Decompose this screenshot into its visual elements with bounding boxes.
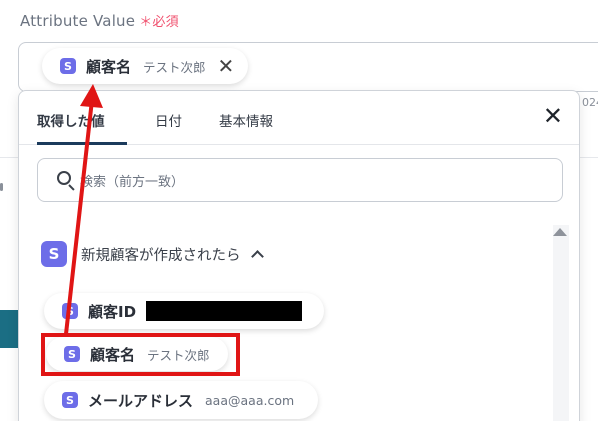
scrollbar[interactable] xyxy=(553,225,569,421)
chip-label: 顧客名 xyxy=(86,57,132,76)
active-tab-indicator xyxy=(37,142,127,145)
search-icon xyxy=(56,170,76,191)
field-label: Attribute Value ＊必須 xyxy=(20,11,179,30)
tab-basic-info[interactable]: 基本情報 xyxy=(219,110,273,130)
tab-bar: 取得した値 日付 基本情報 ✕ xyxy=(19,91,579,145)
app-badge-icon: S xyxy=(41,241,67,267)
search-input[interactable]: 検索（前方一致） xyxy=(37,158,563,202)
field-label-text: Attribute Value xyxy=(20,12,136,30)
annotation-highlight-box xyxy=(41,333,240,376)
selected-value-chip[interactable]: S 顧客名 テスト次郎 ✕ xyxy=(42,48,249,84)
chevron-up-icon xyxy=(250,250,264,263)
tab-retrieved-values[interactable]: 取得した値 xyxy=(37,110,105,130)
group-label: 新規顧客が作成されたら xyxy=(81,247,241,264)
background-marker xyxy=(0,183,3,191)
redacted-value xyxy=(146,301,303,321)
option-value: aaa@aaa.com xyxy=(205,392,295,408)
group-header-new-customer[interactable]: S 新規顧客が作成されたら xyxy=(41,241,264,267)
search-placeholder: 検索（前方一致） xyxy=(80,174,185,190)
close-icon[interactable]: ✕ xyxy=(543,104,563,128)
chip-value: テスト次郎 xyxy=(143,59,206,75)
option-customer-id[interactable]: S 顧客ID xyxy=(44,293,325,329)
option-label: メールアドレス xyxy=(88,391,194,410)
required-mark: ＊必須 xyxy=(139,15,179,30)
app-badge-icon: S xyxy=(62,392,78,408)
background-date-fragment: 024 xyxy=(582,96,598,109)
option-label: 顧客ID xyxy=(88,302,137,321)
app-badge-icon: S xyxy=(62,303,78,319)
option-email[interactable]: S メールアドレス aaa@aaa.com xyxy=(44,381,319,419)
close-icon[interactable]: ✕ xyxy=(218,56,235,76)
app-badge-icon: S xyxy=(60,58,76,74)
scroll-up-arrow-icon[interactable] xyxy=(553,228,567,236)
tab-date[interactable]: 日付 xyxy=(155,110,182,130)
